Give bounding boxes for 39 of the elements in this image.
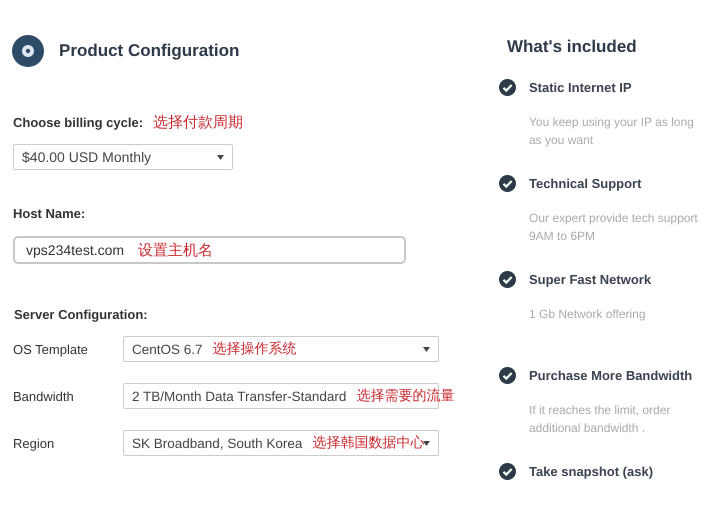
annotation: 选择韩国数据中心 [312, 434, 424, 452]
feature-title: Purchase More Bandwidth [529, 368, 692, 383]
section-title: Product Configuration [59, 41, 240, 61]
select-value: 2 TB/Month Data Transfer-Standard [132, 388, 346, 404]
feature-title: Technical Support [529, 176, 642, 191]
select-value: CentOS 6.7 [132, 342, 203, 356]
check-icon [499, 367, 516, 384]
field-label: Region [12, 436, 56, 450]
feature-description: Our expert provide tech support 9AM to 6PM [529, 210, 699, 245]
feature-description: If it reaches the limit, order additional bandwidth . [529, 402, 672, 437]
billing-cycle-select[interactable]: $40.00 USD Monthly [13, 144, 233, 170]
check-icon [499, 271, 516, 288]
field-label: Host Name: [12, 206, 86, 221]
feature-title: Static Internet IP [529, 80, 632, 95]
section-title: What's included [507, 37, 638, 57]
check-icon [499, 175, 516, 192]
annotation: 选择需要的流量 [356, 387, 454, 405]
section-label: Server Configuration: [13, 307, 149, 322]
dropdown-caret-icon [217, 154, 224, 160]
check-icon [499, 463, 516, 480]
field-label: Bandwidth [12, 388, 75, 404]
field-label: OS Template [12, 342, 89, 356]
feature-description: 1 Gb Network offering [529, 306, 647, 323]
annotation: 选择付款周期 [153, 113, 244, 132]
dropdown-caret-icon [423, 440, 430, 446]
dropdown-select[interactable] [123, 430, 439, 456]
dropdown-select[interactable] [123, 336, 439, 362]
annotation: 设置主机名 [138, 240, 214, 260]
host-name-field[interactable]: vps234test.com 设置主机名 [13, 236, 406, 264]
select-value: SK Broadband, South Korea [132, 436, 302, 450]
check-icon [499, 79, 516, 96]
feature-title: Take snapshot (ask) [529, 464, 654, 479]
field-label: Choose billing cycle: [13, 115, 144, 130]
feature-title: Super Fast Network [529, 272, 652, 287]
dropdown-select[interactable] [123, 383, 439, 409]
feature-description: You keep using your IP as long as you want [529, 114, 695, 149]
annotation: 选择操作系统 [212, 340, 297, 358]
field-value: vps234test.com [26, 242, 124, 258]
dropdown-caret-icon [423, 346, 430, 352]
